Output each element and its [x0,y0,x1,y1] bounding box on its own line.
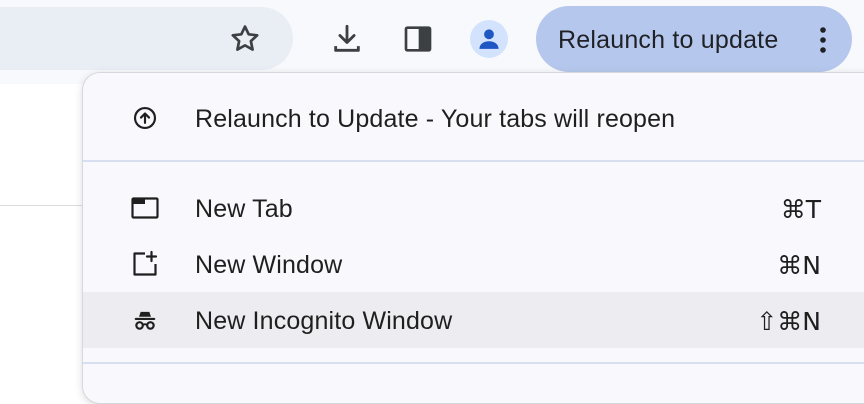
menu-item-new-tab[interactable]: New Tab ⌘T [83,180,864,236]
menu-item-new-incognito-window[interactable]: New Incognito Window ⇧⌘N [83,292,864,348]
relaunch-chip-label: Relaunch to update [558,26,779,54]
side-panel-button[interactable] [397,18,439,60]
menu-item-label: New Incognito Window [195,307,453,335]
relaunch-to-update-button[interactable]: Relaunch to update [536,6,852,72]
keyboard-shortcut: ⌘T [780,195,821,224]
keyboard-shortcut: ⌘N [777,251,821,280]
kebab-menu-icon[interactable] [816,24,830,56]
menu-item-label: Relaunch to Update - Your tabs will reop… [195,105,676,133]
relaunch-arrow-icon [131,104,159,132]
download-icon [334,24,360,52]
new-window-icon [131,250,159,278]
menu-item-label: New Window [195,251,343,279]
person-icon [479,29,499,49]
keyboard-shortcut: ⇧⌘N [756,307,821,336]
menu-item-label: New Tab [195,195,293,223]
avatar [470,20,508,58]
bookmark-button[interactable] [224,18,266,60]
incognito-icon [131,306,159,334]
star-icon [231,25,259,51]
menu-item-relaunch[interactable]: Relaunch to Update - Your tabs will reop… [83,90,864,146]
chrome-menu: Relaunch to Update - Your tabs will reop… [82,72,864,404]
side-panel-icon [404,26,432,52]
downloads-button[interactable] [326,18,368,60]
profile-button[interactable] [468,18,510,60]
menu-item-new-window[interactable]: New Window ⌘N [83,236,864,292]
page-divider [0,205,90,206]
new-tab-icon [131,194,159,222]
menu-separator [83,160,864,162]
menu-separator [83,362,864,364]
